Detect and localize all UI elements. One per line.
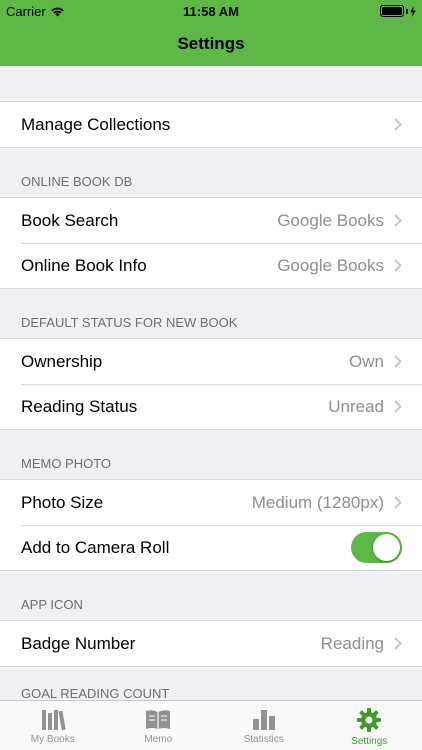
camera-roll-row: Add to Camera Roll [0, 525, 422, 570]
chevron-right-icon [394, 496, 402, 509]
chevron-right-icon [394, 637, 402, 650]
tab-label: Memo [144, 734, 173, 745]
toggle-knob [373, 534, 400, 561]
group-default-status: Ownership Own Reading Status Unread [0, 338, 422, 430]
badge-number-value: Reading [320, 633, 384, 653]
tab-label: Settings [351, 736, 388, 747]
chevron-right-icon [394, 355, 402, 368]
tab-settings[interactable]: Settings [317, 701, 422, 750]
statistics-icon [252, 710, 275, 730]
page-title: Settings [177, 34, 245, 53]
tab-label: Statistics [243, 734, 284, 745]
online-book-info-row[interactable]: Online Book Info Google Books [0, 243, 422, 288]
ownership-label: Ownership [21, 351, 103, 371]
manage-collections-label: Manage Collections [21, 114, 171, 134]
tab-my-books[interactable]: My Books [0, 701, 106, 750]
group-app-icon: Badge Number Reading [0, 620, 422, 667]
book-search-value: Google Books [277, 210, 384, 230]
default-status-header: DEFAULT STATUS FOR NEW BOOK [21, 315, 238, 330]
photo-size-label: Photo Size [21, 492, 104, 512]
tab-statistics[interactable]: Statistics [211, 701, 317, 750]
chevron-right-icon [394, 259, 402, 272]
memo-photo-header: MEMO PHOTO [21, 456, 112, 471]
manage-collections-row[interactable]: Manage Collections [0, 102, 422, 147]
status-bar: Carrier 11:58 AM [0, 0, 422, 22]
group-memo-photo: Photo Size Medium (1280px) Add to Camera… [0, 479, 422, 571]
chevron-right-icon [394, 400, 402, 413]
tab-bar: My Books Memo Statistics Settings [0, 700, 422, 750]
battery-icon [380, 5, 416, 17]
goal-reading-count-header: GOAL READING COUNT [21, 686, 170, 700]
status-time: 11:58 AM [183, 4, 239, 19]
book-search-label: Book Search [21, 210, 119, 230]
group-online-db: Book Search Google Books Online Book Inf… [0, 197, 422, 289]
chevron-right-icon [394, 214, 402, 227]
books-icon [41, 710, 66, 731]
badge-number-row[interactable]: Badge Number Reading [0, 621, 422, 666]
reading-status-row[interactable]: Reading Status Unread [0, 384, 422, 429]
camera-roll-label: Add to Camera Roll [21, 537, 170, 557]
badge-number-label: Badge Number [21, 633, 136, 653]
book-search-row[interactable]: Book Search Google Books [0, 198, 422, 243]
tab-memo[interactable]: Memo [106, 701, 212, 750]
reading-status-label: Reading Status [21, 396, 138, 416]
tab-label: My Books [30, 734, 75, 745]
navigation-bar: Settings [0, 22, 422, 66]
online-book-info-label: Online Book Info [21, 255, 147, 275]
photo-size-row[interactable]: Photo Size Medium (1280px) [0, 480, 422, 525]
memo-icon [146, 710, 171, 729]
camera-roll-toggle[interactable] [351, 532, 402, 563]
charging-bolt-icon [410, 5, 416, 17]
online-db-header: ONLINE BOOK DB [21, 174, 133, 189]
settings-list[interactable]: Manage Collections ONLINE BOOK DB Book S… [0, 66, 422, 700]
spacer-top [0, 66, 422, 101]
group-manage: Manage Collections [0, 101, 422, 148]
chevron-right-icon [394, 118, 402, 131]
app-icon-header: APP ICON [21, 597, 83, 612]
online-book-info-value: Google Books [277, 255, 384, 275]
reading-status-value: Unread [328, 396, 384, 416]
gear-icon [357, 708, 382, 732]
photo-size-value: Medium (1280px) [251, 492, 384, 512]
ownership-row[interactable]: Ownership Own [0, 339, 422, 384]
ownership-value: Own [349, 351, 384, 371]
